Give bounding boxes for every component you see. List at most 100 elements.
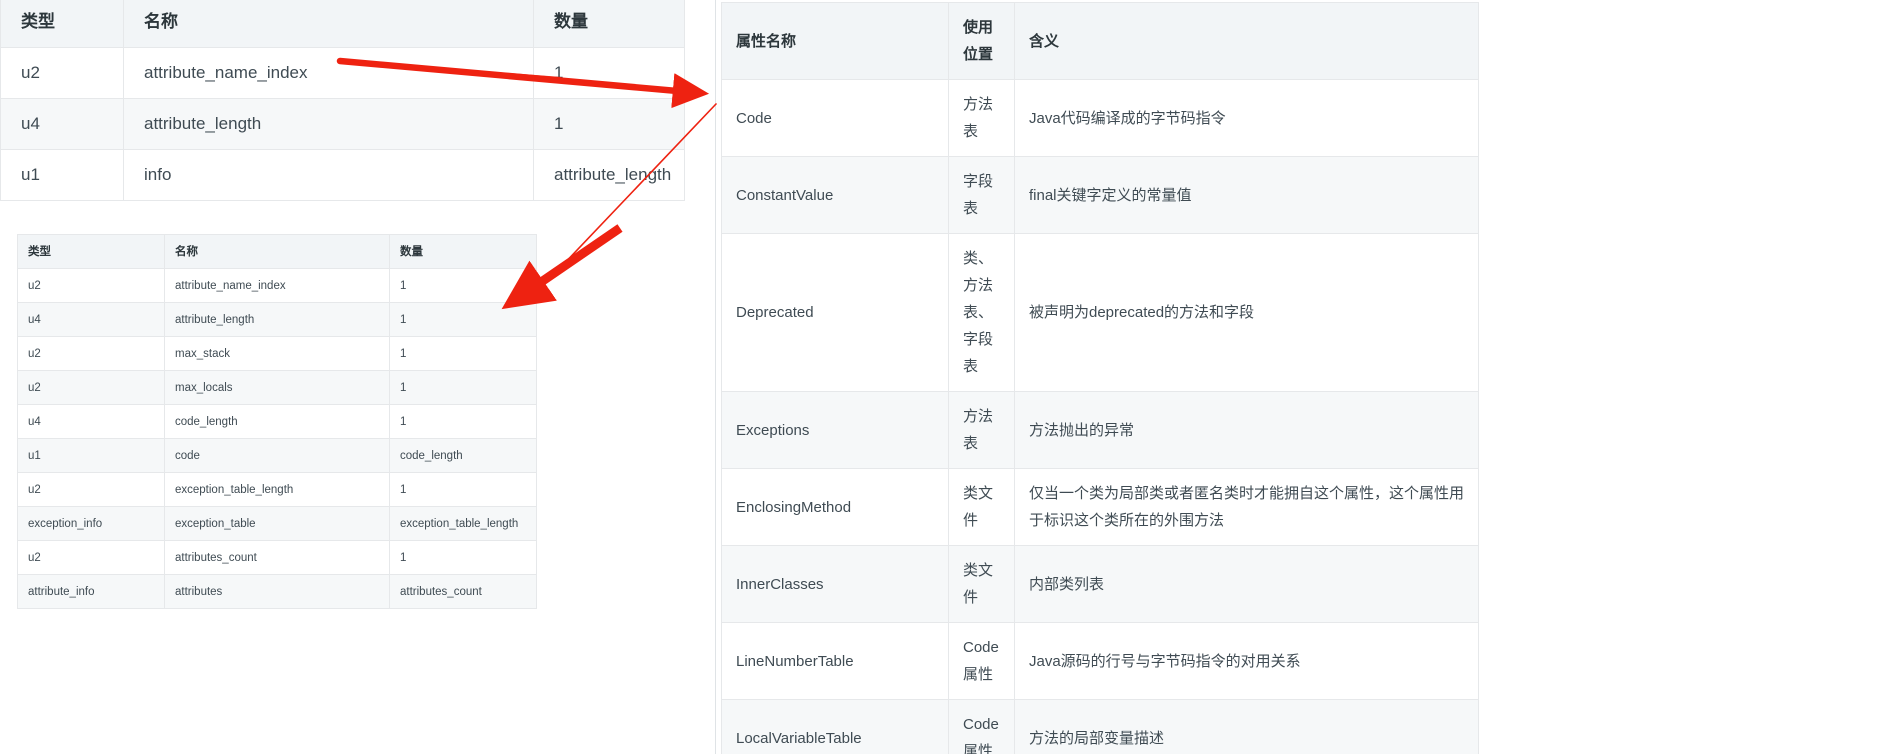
cell-meaning: 内部类列表 (1014, 545, 1479, 623)
cell-name: attribute_length (164, 302, 390, 337)
cell-name: exception_table_length (164, 472, 390, 507)
cell-type: u4 (0, 98, 124, 150)
cell-count: 1 (389, 302, 537, 337)
cell-name: info (123, 149, 534, 201)
cell-meaning: 方法的局部变量描述 (1014, 699, 1479, 754)
cell-type: u2 (17, 268, 165, 303)
column-header-meaning: 含义 (1014, 2, 1479, 80)
attributes-list-table: 属性名称 使用位置 含义 Code 方法表 Java代码编译成的字节码指令 Co… (721, 2, 1479, 754)
cell-attribute-name: LocalVariableTable (721, 699, 949, 754)
cell-usage-location: 类、方法表、字段表 (948, 233, 1015, 392)
table-row: attribute_info attributes attributes_cou… (17, 574, 537, 609)
cell-name: code_length (164, 404, 390, 439)
code-attribute-table: 类型 名称 数量 u2 attribute_name_index 1 u4 at… (17, 234, 537, 609)
cell-usage-location: 类文件 (948, 545, 1015, 623)
cell-type: exception_info (17, 506, 165, 541)
cell-usage-location: 类文件 (948, 468, 1015, 546)
cell-name: exception_table (164, 506, 390, 541)
column-header-type: 类型 (0, 0, 124, 48)
cell-name: attributes (164, 574, 390, 609)
table-row: ConstantValue 字段表 final关键字定义的常量值 (721, 156, 1479, 234)
cell-count: 1 (389, 404, 537, 439)
cell-count: 1 (389, 540, 537, 575)
table-row: u2 max_stack 1 (17, 336, 537, 371)
table-row: u2 attribute_name_index 1 (17, 268, 537, 303)
cell-name: attribute_name_index (164, 268, 390, 303)
table-row: Exceptions 方法表 方法抛出的异常 (721, 391, 1479, 469)
table-row: Deprecated 类、方法表、字段表 被声明为deprecated的方法和字… (721, 233, 1479, 392)
cell-name: attributes_count (164, 540, 390, 575)
screenshot-root: 类型 名称 数量 u2 attribute_name_index 1 u4 at… (0, 0, 1880, 754)
column-header-count: 数量 (389, 234, 537, 269)
cell-attribute-name: InnerClasses (721, 545, 949, 623)
cell-usage-location: 方法表 (948, 79, 1015, 157)
cell-usage-location: 字段表 (948, 156, 1015, 234)
cell-name: attribute_name_index (123, 47, 534, 99)
cell-usage-location: 方法表 (948, 391, 1015, 469)
cell-type: u4 (17, 302, 165, 337)
table-row: u4 code_length 1 (17, 404, 537, 439)
cell-type: u1 (17, 438, 165, 473)
right-document-pane: 属性名称 使用位置 含义 Code 方法表 Java代码编译成的字节码指令 Co… (715, 0, 1880, 754)
table-row: u2 exception_table_length 1 (17, 472, 537, 507)
cell-type: u2 (17, 336, 165, 371)
cell-name: max_locals (164, 370, 390, 405)
cell-usage-location: Code属性 (948, 699, 1015, 754)
table-row: LocalVariableTable Code属性 方法的局部变量描述 (721, 699, 1479, 754)
cell-attribute-name: Exceptions (721, 391, 949, 469)
cell-meaning: 被声明为deprecated的方法和字段 (1014, 233, 1479, 392)
cell-count: 1 (389, 472, 537, 507)
table-row: u4 attribute_length 1 (17, 302, 537, 337)
column-header-type: 类型 (17, 234, 165, 269)
cell-name: max_stack (164, 336, 390, 371)
cell-count: 1 (533, 47, 685, 99)
cell-meaning: Java代码编译成的字节码指令 (1014, 79, 1479, 157)
table-row: u2 attribute_name_index 1 (0, 47, 685, 99)
table-header-row: 类型 名称 数量 (17, 234, 537, 269)
cell-type: u2 (17, 472, 165, 507)
table-header-row: 类型 名称 数量 (0, 0, 685, 48)
cell-count: exception_table_length (389, 506, 537, 541)
table-row: u2 max_locals 1 (17, 370, 537, 405)
cell-count: 1 (389, 370, 537, 405)
cell-attribute-name: ConstantValue (721, 156, 949, 234)
attribute-info-table: 类型 名称 数量 u2 attribute_name_index 1 u4 at… (0, 0, 685, 201)
cell-type: attribute_info (17, 574, 165, 609)
cell-count: attribute_length (533, 149, 685, 201)
table-header-row: 属性名称 使用位置 含义 (721, 2, 1479, 80)
table-row: LineNumberTable Code属性 Java源码的行号与字节码指令的对… (721, 622, 1479, 700)
column-header-name: 名称 (123, 0, 534, 48)
table-row: u1 code code_length (17, 438, 537, 473)
table-row: InnerClasses 类文件 内部类列表 (721, 545, 1479, 623)
cell-count: 1 (389, 336, 537, 371)
table-row: u2 attributes_count 1 (17, 540, 537, 575)
cell-count: 1 (389, 268, 537, 303)
table-row: Code 方法表 Java代码编译成的字节码指令 (721, 79, 1479, 157)
table-row: u4 attribute_length 1 (0, 98, 685, 150)
cell-name: attribute_length (123, 98, 534, 150)
cell-count: code_length (389, 438, 537, 473)
cell-count: attributes_count (389, 574, 537, 609)
cell-type: u4 (17, 404, 165, 439)
column-header-count: 数量 (533, 0, 685, 48)
cell-type: u2 (0, 47, 124, 99)
cell-type: u2 (17, 540, 165, 575)
cell-type: u1 (0, 149, 124, 201)
table-row: exception_info exception_table exception… (17, 506, 537, 541)
cell-meaning: 方法抛出的异常 (1014, 391, 1479, 469)
column-header-usage-location: 使用位置 (948, 2, 1015, 80)
cell-meaning: 仅当一个类为局部类或者匿名类时才能拥自这个属性，这个属性用于标识这个类所在的外围… (1014, 468, 1479, 546)
cell-attribute-name: Deprecated (721, 233, 949, 392)
cell-attribute-name: EnclosingMethod (721, 468, 949, 546)
column-header-attribute-name: 属性名称 (721, 2, 949, 80)
left-document-pane: 类型 名称 数量 u2 attribute_name_index 1 u4 at… (0, 0, 700, 754)
cell-usage-location: Code属性 (948, 622, 1015, 700)
cell-attribute-name: LineNumberTable (721, 622, 949, 700)
cell-meaning: Java源码的行号与字节码指令的对用关系 (1014, 622, 1479, 700)
cell-count: 1 (533, 98, 685, 150)
table-row: u1 info attribute_length (0, 149, 685, 201)
cell-type: u2 (17, 370, 165, 405)
cell-meaning: final关键字定义的常量值 (1014, 156, 1479, 234)
table-row: EnclosingMethod 类文件 仅当一个类为局部类或者匿名类时才能拥自这… (721, 468, 1479, 546)
cell-name: code (164, 438, 390, 473)
